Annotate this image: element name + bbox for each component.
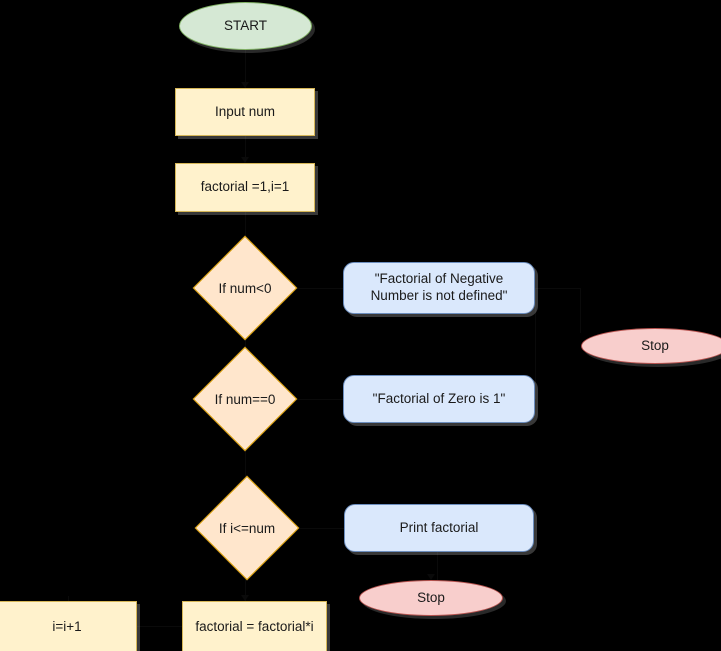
node-message-negative[interactable]: "Factorial of Negative Number is not def… bbox=[343, 262, 535, 314]
node-message-zero[interactable]: "Factorial of Zero is 1" bbox=[343, 375, 535, 423]
flowchart-canvas: START Input num factorial =1,i=1 If num<… bbox=[0, 0, 721, 651]
node-decision-if-loop[interactable]: If i<=num bbox=[194, 475, 300, 581]
node-stop-bottom[interactable]: Stop bbox=[359, 580, 503, 616]
node-print-factorial-label: Print factorial bbox=[399, 519, 479, 535]
node-stop-bottom-label: Stop bbox=[417, 589, 445, 605]
node-stop-right[interactable]: Stop bbox=[581, 328, 721, 364]
node-start[interactable]: START bbox=[179, 2, 312, 50]
connector-multiply-to-increment bbox=[137, 626, 182, 627]
node-increment-i[interactable]: i=i+1 bbox=[0, 601, 137, 651]
node-decision-if-zero[interactable]: If num==0 bbox=[192, 346, 298, 452]
connector-msgneg-to-stopright bbox=[535, 288, 581, 289]
node-input-num-label: Input num bbox=[214, 103, 276, 119]
connector-stopright-riser bbox=[580, 288, 581, 333]
connector-ifzero-to-msgzero bbox=[297, 399, 343, 400]
node-message-negative-label: "Factorial of Negative Number is not def… bbox=[370, 271, 508, 303]
node-decision-if-zero-label: If num==0 bbox=[214, 391, 276, 407]
node-print-factorial[interactable]: Print factorial bbox=[344, 504, 534, 552]
node-initialize-label: factorial =1,i=1 bbox=[200, 179, 290, 195]
node-input-num[interactable]: Input num bbox=[175, 88, 315, 136]
node-multiply-factorial[interactable]: factorial = factorial*i bbox=[182, 601, 327, 651]
node-increment-i-label: i=i+1 bbox=[52, 618, 82, 634]
node-multiply-factorial-label: factorial = factorial*i bbox=[195, 618, 314, 634]
node-message-zero-label: "Factorial of Zero is 1" bbox=[372, 390, 506, 406]
connector-msgzero-to-stopright bbox=[535, 288, 536, 399]
node-stop-right-label: Stop bbox=[641, 337, 669, 353]
connector-print-to-stopbottom bbox=[437, 552, 438, 580]
node-start-label: START bbox=[223, 17, 267, 33]
node-decision-if-loop-label: If i<=num bbox=[218, 520, 276, 536]
node-initialize[interactable]: factorial =1,i=1 bbox=[175, 163, 315, 212]
connector-ifneg-to-msgneg bbox=[297, 288, 343, 289]
node-decision-if-negative-label: If num<0 bbox=[218, 280, 272, 296]
connector-ifloop-to-print bbox=[300, 528, 344, 529]
node-decision-if-negative[interactable]: If num<0 bbox=[192, 235, 298, 341]
